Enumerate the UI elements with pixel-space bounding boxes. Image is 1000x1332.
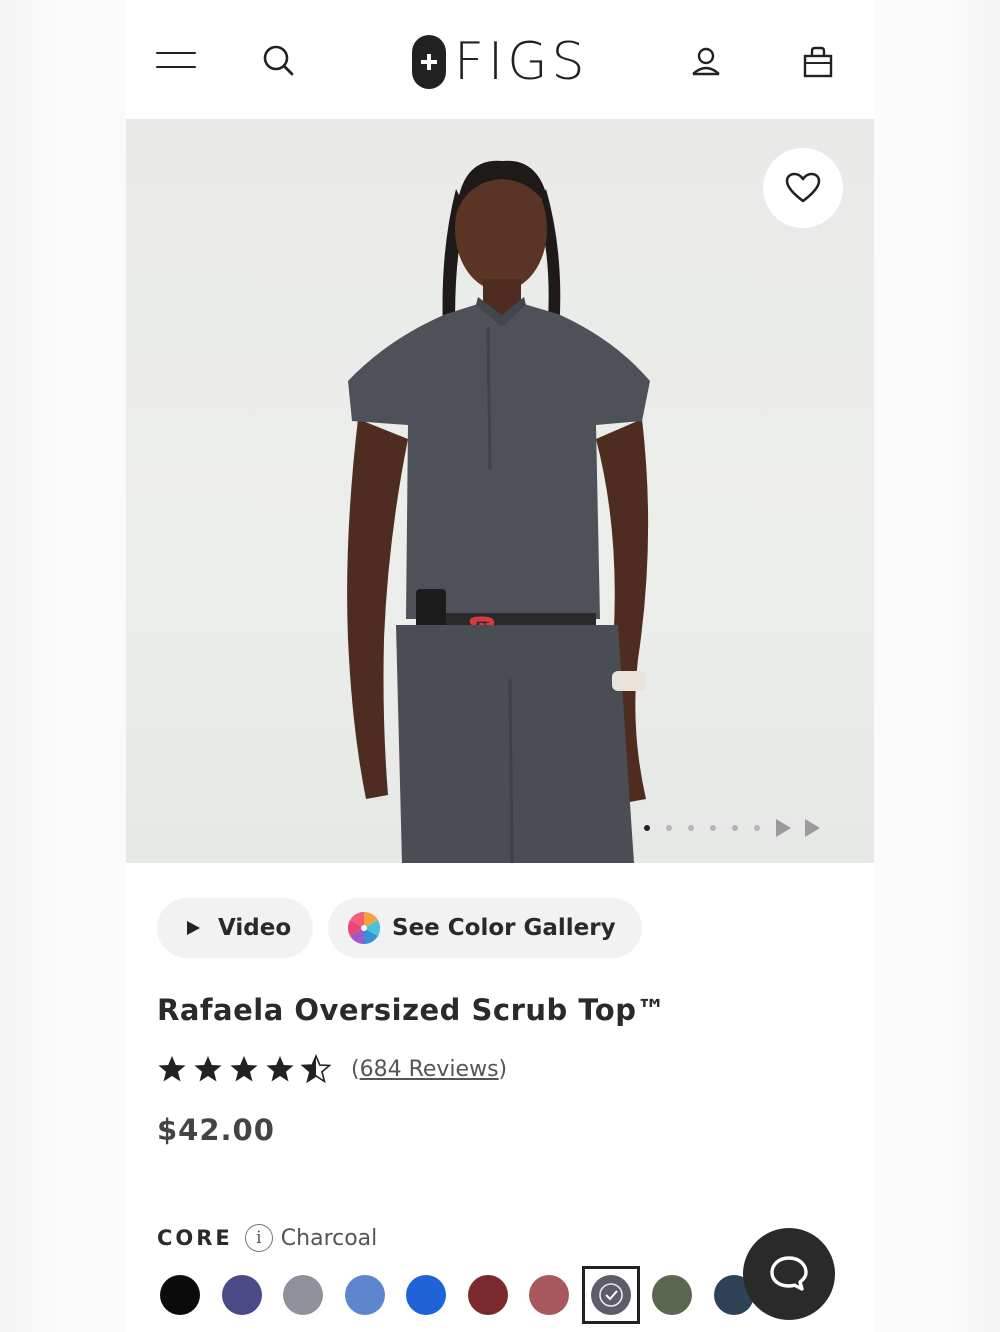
product-rating: (684 Reviews) [157, 1054, 507, 1084]
color-swatch-selected[interactable] [581, 1266, 640, 1324]
color-swatch[interactable] [283, 1275, 323, 1315]
color-group-header: CORE i Charcoal [157, 1224, 377, 1252]
carousel-dot[interactable] [666, 825, 672, 831]
carousel-dot[interactable] [754, 825, 760, 831]
video-button[interactable]: Video [157, 898, 313, 958]
color-swatch[interactable] [221, 1275, 262, 1315]
color-swatch[interactable] [529, 1275, 569, 1315]
carousel-next-icon[interactable] [776, 819, 791, 837]
half-star-icon [301, 1054, 331, 1084]
carousel-pagination [644, 819, 834, 837]
bag-icon[interactable] [800, 44, 836, 80]
video-label: Video [218, 915, 292, 941]
chat-button[interactable] [743, 1228, 835, 1320]
play-icon [187, 921, 200, 935]
phone-viewport: FIGS Video See Color Gallery Rafaela Ove… [126, 0, 874, 1332]
logo-text: FIGS [454, 32, 589, 92]
reviews-count[interactable]: 684 Reviews [360, 1057, 499, 1082]
chat-icon [770, 1256, 808, 1291]
product-title: Rafaela Oversized Scrub Top™ [157, 993, 666, 1027]
figs-logo[interactable]: FIGS [412, 34, 589, 90]
carousel-dot[interactable] [688, 825, 694, 831]
color-gallery-button[interactable]: See Color Gallery [328, 898, 642, 958]
search-icon[interactable] [262, 44, 296, 78]
product-image-carousel[interactable] [126, 119, 874, 863]
carousel-dot[interactable] [644, 825, 650, 831]
carousel-dot[interactable] [710, 825, 716, 831]
star-icon [158, 1056, 186, 1082]
reviews-link[interactable]: (684 Reviews) [351, 1057, 507, 1082]
color-group-label: CORE [157, 1226, 233, 1250]
product-photo [347, 160, 650, 863]
logo-plus-icon [412, 35, 446, 89]
color-swatch[interactable] [344, 1275, 385, 1315]
color-swatch[interactable] [467, 1275, 508, 1315]
star-icon [230, 1056, 258, 1082]
gallery-label: See Color Gallery [392, 915, 616, 941]
color-swatch[interactable] [406, 1275, 446, 1315]
color-swatches [160, 1266, 775, 1324]
color-swatch[interactable] [652, 1275, 692, 1315]
color-wheel-icon [347, 911, 381, 945]
check-icon [591, 1275, 631, 1315]
account-icon[interactable] [688, 44, 724, 80]
color-swatch[interactable] [160, 1275, 200, 1315]
star-icon [194, 1056, 222, 1082]
site-header: FIGS [126, 0, 874, 119]
selected-color-name: Charcoal [280, 1225, 378, 1251]
carousel-dot[interactable] [732, 825, 738, 831]
product-price: $42.00 [157, 1113, 275, 1147]
heart-icon [785, 172, 821, 203]
star-icon [266, 1056, 294, 1082]
info-icon[interactable]: i [244, 1224, 273, 1252]
menu-icon[interactable] [156, 52, 196, 72]
favorite-button[interactable] [763, 148, 843, 228]
carousel-last-icon[interactable] [805, 819, 820, 837]
